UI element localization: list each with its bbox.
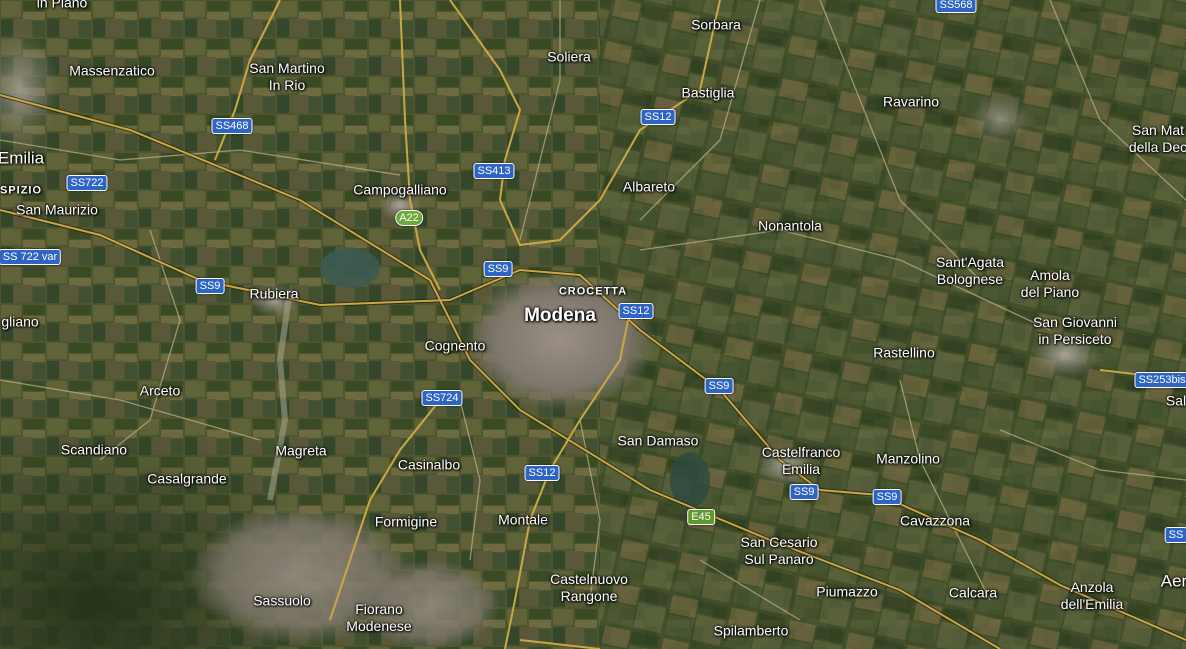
place-label-sassuolo[interactable]: Sassuolo — [253, 593, 311, 610]
road-shield-ss9-manzolino[interactable]: SS9 — [872, 489, 902, 505]
road-shield-ss9-castelfranco[interactable]: SS9 — [789, 484, 819, 500]
road-shield-ss413[interactable]: SS413 — [473, 163, 515, 179]
place-label-arceto[interactable]: Arceto — [140, 383, 180, 400]
place-label-anzola-dellemilia[interactable]: Anzola dell'Emilia — [1061, 579, 1124, 613]
place-label-san-cesario-sul-panaro[interactable]: San Cesario Sul Panaro — [740, 534, 817, 568]
road-shield-a22[interactable]: A22 — [395, 210, 423, 226]
place-label-manzolino[interactable]: Manzolino — [876, 451, 940, 468]
place-label-amola-del-piano[interactable]: Amola del Piano — [1021, 267, 1079, 301]
place-label-ospizio[interactable]: SPIZIO — [0, 183, 42, 200]
road-shield-ss9-east[interactable]: SS9 — [704, 378, 734, 394]
place-label-rastellino[interactable]: Rastellino — [873, 345, 934, 362]
place-label-emilia[interactable]: Emilia — [0, 150, 44, 167]
place-label-montale[interactable]: Montale — [498, 512, 548, 529]
road-shield-e45[interactable]: E45 — [687, 509, 715, 525]
place-label-ravarino[interactable]: Ravarino — [883, 94, 939, 111]
place-label-soliera[interactable]: Soliera — [547, 49, 591, 66]
place-label-calcara[interactable]: Calcara — [949, 585, 997, 602]
satellite-map[interactable]: in Piano Sorbara Massenzatico San Martin… — [0, 0, 1186, 649]
place-label-aer[interactable]: Aer — [1161, 573, 1186, 590]
place-label-massenzatico[interactable]: Massenzatico — [69, 63, 155, 80]
place-label-rubiera[interactable]: Rubiera — [249, 286, 298, 303]
place-label-modena[interactable]: Modena — [524, 305, 596, 327]
place-label-fiorano-modenese[interactable]: Fiorano Modenese — [346, 601, 411, 635]
place-label-sorbara[interactable]: Sorbara — [691, 17, 741, 34]
place-label-gliano[interactable]: gliano — [1, 314, 38, 331]
place-label-campogalliano[interactable]: Campogalliano — [353, 182, 446, 199]
place-label-santagata-bolognese[interactable]: Sant'Agata Bolognese — [936, 254, 1004, 288]
road-shield-ss9-rubiera[interactable]: SS9 — [195, 278, 225, 294]
road-shield-ss724[interactable]: SS724 — [421, 390, 463, 406]
road-shield-ss568[interactable]: SS568 — [935, 0, 977, 13]
road-shield-ss12-modena[interactable]: SS12 — [618, 303, 654, 319]
place-label-san-giovanni-in-persiceto[interactable]: San Giovanni in Persiceto — [1033, 314, 1117, 348]
road-shield-ss722[interactable]: SS722 — [66, 175, 108, 191]
place-label-castelnuovo-rangone[interactable]: Castelnuovo Rangone — [550, 571, 628, 605]
place-label-magreta[interactable]: Magreta — [275, 443, 326, 460]
place-label-in-piano[interactable]: in Piano — [37, 0, 88, 12]
place-label-san-damaso[interactable]: San Damaso — [618, 433, 699, 450]
road-shield-ss253bis[interactable]: SS253bis — [1134, 372, 1186, 388]
place-label-cavazzona[interactable]: Cavazzona — [900, 513, 970, 530]
place-label-sal[interactable]: Sal — [1166, 393, 1186, 410]
place-label-scandiano[interactable]: Scandiano — [61, 442, 127, 459]
place-label-bastiglia[interactable]: Bastiglia — [682, 85, 735, 102]
place-label-piumazzo[interactable]: Piumazzo — [816, 584, 877, 601]
road-shield-ss468[interactable]: SS468 — [211, 118, 253, 134]
road-shield-ss722-var[interactable]: SS 722 var — [0, 249, 62, 265]
place-label-formigine[interactable]: Formigine — [375, 514, 437, 531]
road-shield-ss9-modena[interactable]: SS9 — [483, 261, 513, 277]
place-label-casalgrande[interactable]: Casalgrande — [147, 471, 226, 488]
road-shield-ss12-north[interactable]: SS12 — [640, 109, 676, 125]
place-label-san-martino-in-rio[interactable]: San Martino In Rio — [249, 60, 324, 94]
road-shield-ss12-south[interactable]: SS12 — [524, 465, 560, 481]
place-label-casinalbo[interactable]: Casinalbo — [398, 457, 460, 474]
place-label-nonantola[interactable]: Nonantola — [758, 218, 822, 235]
place-label-san-maurizio[interactable]: San Maurizio — [16, 202, 98, 219]
place-label-albareto[interactable]: Albareto — [623, 179, 675, 196]
place-label-san-matteo-della-decima[interactable]: San Mat della Dec — [1129, 122, 1186, 156]
road-shield-ss-edge[interactable]: SS — [1164, 527, 1186, 543]
place-label-cognento[interactable]: Cognento — [425, 338, 486, 355]
place-label-castelfranco-emilia[interactable]: Castelfranco Emilia — [762, 444, 841, 478]
place-label-crocetta[interactable]: CROCETTA — [559, 284, 627, 301]
place-label-spilamberto[interactable]: Spilamberto — [714, 623, 789, 640]
